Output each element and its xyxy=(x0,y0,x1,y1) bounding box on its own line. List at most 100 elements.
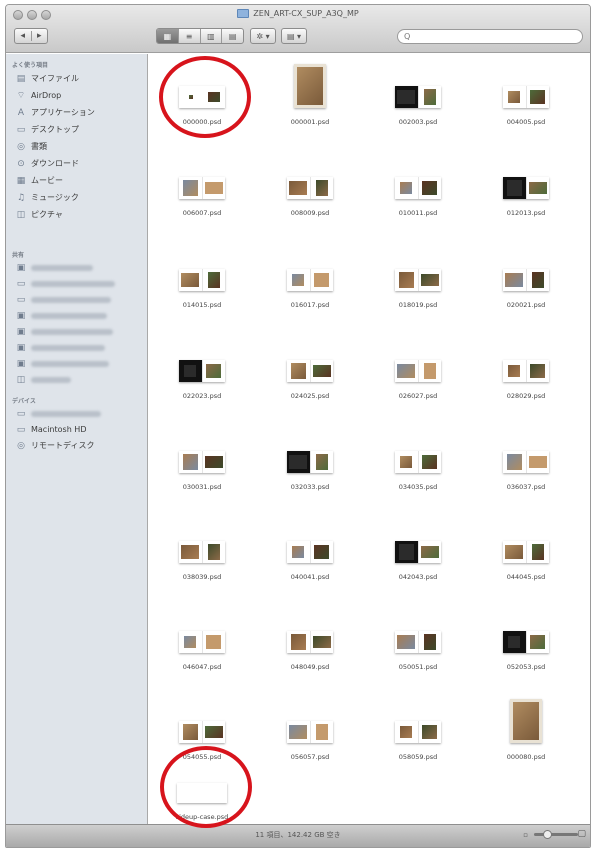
search-input[interactable]: Q xyxy=(397,29,583,44)
arrange-menu-button[interactable]: ▤ ▾ xyxy=(281,28,307,44)
icon-size-slider[interactable] xyxy=(534,833,578,836)
sidebar-item-shared[interactable]: ▭ xyxy=(16,292,111,307)
photo-thumbnail xyxy=(204,726,223,738)
view-mode-buttons: ▦ ≡ ▥ ▤ xyxy=(156,28,244,44)
small-icon-size-icon: ▫ xyxy=(523,831,528,839)
page xyxy=(395,86,418,108)
sidebar-item-shared[interactable]: ◫ xyxy=(16,372,71,387)
sidebar-item-macintosh-hd[interactable]: ▭ Macintosh HD xyxy=(16,422,87,437)
documents-icon: ◎ xyxy=(17,141,25,152)
finder-window: ZEN_ART-CX_SUP_A3Q_MP ◂ ▸ ▦ ≡ ▥ ▤ ✲ ▾ ▤ … xyxy=(5,4,591,848)
file-item[interactable]: 008009.psd xyxy=(267,145,353,217)
sidebar-item-favorite[interactable]: ▤ マイファイル xyxy=(16,71,79,86)
page xyxy=(503,177,526,199)
action-menu-button[interactable]: ✲ ▾ xyxy=(250,28,276,44)
page xyxy=(503,360,526,382)
file-item[interactable]: 012013.psd xyxy=(483,145,569,217)
file-item[interactable]: 024025.psd xyxy=(267,328,353,400)
file-name: 000080.psd xyxy=(506,753,546,761)
sidebar-item-favorite[interactable]: ◫ ピクチャ xyxy=(16,207,63,222)
file-item[interactable]: 026027.psd xyxy=(375,328,461,400)
file-item[interactable]: 022023.psd xyxy=(159,328,245,400)
sidebar-item-shared[interactable]: ▭ xyxy=(16,276,115,291)
file-item[interactable]: 046047.psd xyxy=(159,599,245,671)
file-thumbnail xyxy=(395,721,441,743)
photo-thumbnail xyxy=(204,182,223,194)
page xyxy=(309,541,334,563)
sidebar-item-favorite[interactable]: ▭ デスクトップ xyxy=(16,122,79,137)
file-item[interactable]: 000080.psd xyxy=(483,689,569,761)
file-item[interactable]: 016017.psd xyxy=(267,237,353,309)
file-item[interactable]: 028029.psd xyxy=(483,328,569,400)
file-item[interactable]: 034035.psd xyxy=(375,419,461,491)
page xyxy=(395,451,418,473)
file-item[interactable]: 004005.psd xyxy=(483,54,569,126)
photo-thumbnail xyxy=(290,363,306,379)
sidebar-item-device[interactable]: ▭ xyxy=(16,406,101,421)
forward-button[interactable]: ▸ xyxy=(30,31,48,41)
icon-size-slider-knob[interactable] xyxy=(543,830,552,839)
file-item[interactable]: 014015.psd xyxy=(159,237,245,309)
sidebar-item-shared[interactable]: ▣ xyxy=(16,308,107,323)
file-item[interactable]: 052053.psd xyxy=(483,599,569,671)
file-item[interactable]: 050051.psd xyxy=(375,599,461,671)
photo-thumbnail xyxy=(312,636,331,648)
sidebar-item-shared[interactable]: ▣ xyxy=(16,324,113,339)
file-item[interactable]: 032033.psd xyxy=(267,419,353,491)
column-view-button[interactable]: ▥ xyxy=(199,29,222,43)
sidebar-item-shared[interactable]: ▣ xyxy=(16,260,93,275)
file-thumbnail xyxy=(395,86,441,108)
file-name: 014015.psd xyxy=(182,301,222,309)
photo-thumbnail xyxy=(312,365,331,377)
file-name: 024025.psd xyxy=(290,392,330,400)
back-button[interactable]: ◂ xyxy=(15,31,31,41)
file-item[interactable]: 030031.psd xyxy=(159,419,245,491)
file-item[interactable]: 048049.psd xyxy=(267,599,353,671)
sidebar-item-favorite[interactable]: A アプリケーション xyxy=(16,105,95,120)
photo-thumbnail xyxy=(508,91,521,103)
file-item[interactable]: 000001.psd xyxy=(267,54,353,126)
sidebar: よく使う項目 ▤ マイファイル ⌔ AirDrop A アプリケーション ▭ デスクトップ ◎ 書… xyxy=(6,54,148,825)
sidebar-item-favorite[interactable]: ⌔ AirDrop xyxy=(16,88,61,103)
photo-thumbnail xyxy=(531,272,544,288)
file-thumbnail xyxy=(503,631,549,653)
page xyxy=(395,269,418,291)
window-title-text: ZEN_ART-CX_SUP_A3Q_MP xyxy=(253,9,359,18)
icon-view-button[interactable]: ▦ xyxy=(157,29,178,43)
sidebar-item-favorite[interactable]: ▦ ムービー xyxy=(16,173,63,188)
sidebar-item-shared[interactable]: ▣ xyxy=(16,356,109,371)
file-item[interactable]: 058059.psd xyxy=(375,689,461,761)
page xyxy=(417,721,442,743)
file-item[interactable]: 002003.psd xyxy=(375,54,461,126)
sidebar-item-shared[interactable]: ▣ xyxy=(16,340,105,355)
file-item[interactable]: 040041.psd xyxy=(267,509,353,581)
file-item[interactable]: 042043.psd xyxy=(375,509,461,581)
file-name: 026027.psd xyxy=(398,392,438,400)
file-item[interactable]: 020021.psd xyxy=(483,237,569,309)
page xyxy=(395,631,418,653)
file-item[interactable]: 044045.psd xyxy=(483,509,569,581)
sidebar-item-favorite[interactable]: ♫ ミュージック xyxy=(16,190,79,205)
file-item[interactable]: 056057.psd xyxy=(267,689,353,761)
photo-thumbnail xyxy=(289,725,308,739)
page xyxy=(201,269,226,291)
file-item[interactable]: 038039.psd xyxy=(159,509,245,581)
photo-thumbnail xyxy=(290,634,306,650)
file-thumbnail xyxy=(395,177,441,199)
file-item[interactable]: 018019.psd xyxy=(375,237,461,309)
page xyxy=(309,631,334,653)
sidebar-item-remote-disc[interactable]: ◎ リモートディスク xyxy=(16,438,94,453)
file-item[interactable]: 010011.psd xyxy=(375,145,461,217)
sidebar-item-favorite[interactable]: ⊙ ダウンロード xyxy=(16,156,79,171)
file-item[interactable]: 036037.psd xyxy=(483,419,569,491)
page xyxy=(417,177,442,199)
applications-icon: A xyxy=(17,107,25,118)
highlight-circle xyxy=(159,56,251,138)
list-view-button[interactable]: ≡ xyxy=(177,29,200,43)
music-icon: ♫ xyxy=(16,192,26,203)
file-item[interactable]: 006007.psd xyxy=(159,145,245,217)
coverflow-view-button[interactable]: ▤ xyxy=(221,29,243,43)
file-thumbnail xyxy=(503,86,549,108)
sidebar-item-favorite[interactable]: ◎ 書類 xyxy=(16,139,47,154)
photo-thumbnail xyxy=(315,454,328,470)
